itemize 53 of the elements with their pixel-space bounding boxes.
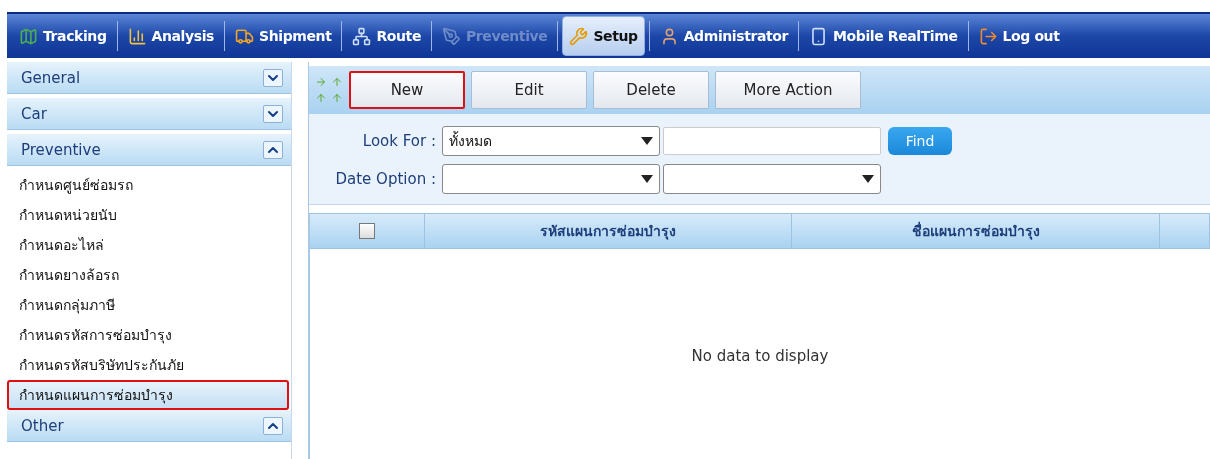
column-header: รหัสแผนการซ่อมบำรุง <box>540 222 676 242</box>
dropdown-caret-icon <box>641 137 653 145</box>
toolbar-button[interactable]: Delete <box>593 71 709 109</box>
nav-tab[interactable]: Tracking <box>13 16 113 56</box>
nav-tab[interactable]: Setup <box>562 16 645 56</box>
wrench-icon <box>569 26 589 46</box>
accordion-header-label: Car <box>21 104 47 123</box>
empty-message: No data to display <box>691 347 829 365</box>
search-field[interactable] <box>663 127 881 155</box>
accordion-header[interactable]: General <box>7 62 291 94</box>
accordion-header-label: General <box>21 68 81 87</box>
accordion-header-label: Preventive <box>21 140 101 159</box>
toolbar-button[interactable]: New <box>349 71 465 109</box>
dropdown-caret-icon <box>641 175 653 183</box>
accordion-header[interactable]: Car <box>7 98 291 130</box>
sidebar-item[interactable]: กำหนดกลุ่มภาษี <box>7 290 289 320</box>
dropdown-caret-icon <box>862 175 874 183</box>
sidebar-item[interactable]: กำหนดรหัสการซ่อมบำรุง <box>7 320 289 350</box>
nav-tab[interactable]: Analysis <box>121 16 220 56</box>
nav-tab[interactable]: Log out <box>972 16 1066 56</box>
door-icon <box>978 26 998 46</box>
field-label: Date Option : <box>334 170 437 188</box>
sidebar-item[interactable]: กำหนดรหัสบริษัทประกันภัย <box>7 350 289 380</box>
dropdown-field[interactable] <box>442 164 660 194</box>
toolbar-button[interactable]: More Action <box>715 71 861 109</box>
pen-icon <box>442 26 461 46</box>
accordion-header-label: Other <box>21 416 64 435</box>
dropdown-field[interactable] <box>663 164 881 194</box>
sidebar-item[interactable]: กำหนดศูนย์ซ่อมรถ <box>7 170 289 200</box>
dropdown-field[interactable]: ทั้งหมด <box>442 126 660 156</box>
nav-tab[interactable]: Route <box>346 16 427 56</box>
expand-icon[interactable] <box>263 68 283 87</box>
accordion-header[interactable]: Preventive <box>7 134 291 166</box>
sidebar-item[interactable]: กำหนดหน่วยนับ <box>7 200 289 230</box>
collapse-icon[interactable] <box>263 416 283 435</box>
column-header: ชื่อแผนการซ่อมบำรุง <box>911 220 1040 242</box>
nav-tab[interactable]: Administrator <box>653 16 795 56</box>
collapse-icon[interactable] <box>263 140 283 159</box>
nav-tab[interactable]: Mobile RealTime <box>803 16 964 56</box>
grip-icon <box>315 76 343 104</box>
nav-tab[interactable]: Shipment <box>229 16 338 56</box>
sidebar-item[interactable]: กำหนดแผนการซ่อมบำรุง <box>7 380 289 410</box>
accordion-header[interactable]: Other <box>7 410 291 442</box>
select-all-checkbox[interactable] <box>359 223 375 239</box>
sidebar-item[interactable]: กำหนดยางล้อรถ <box>7 260 289 290</box>
expand-icon[interactable] <box>263 104 283 123</box>
network-icon <box>352 26 372 46</box>
map-icon <box>19 26 38 46</box>
chart-icon <box>127 26 147 46</box>
field-label: Look For : <box>361 132 437 150</box>
toolbar-button[interactable]: Edit <box>471 71 587 109</box>
sidebar-item[interactable]: กำหนดอะไหล่ <box>7 230 289 260</box>
truck-icon <box>235 26 254 46</box>
